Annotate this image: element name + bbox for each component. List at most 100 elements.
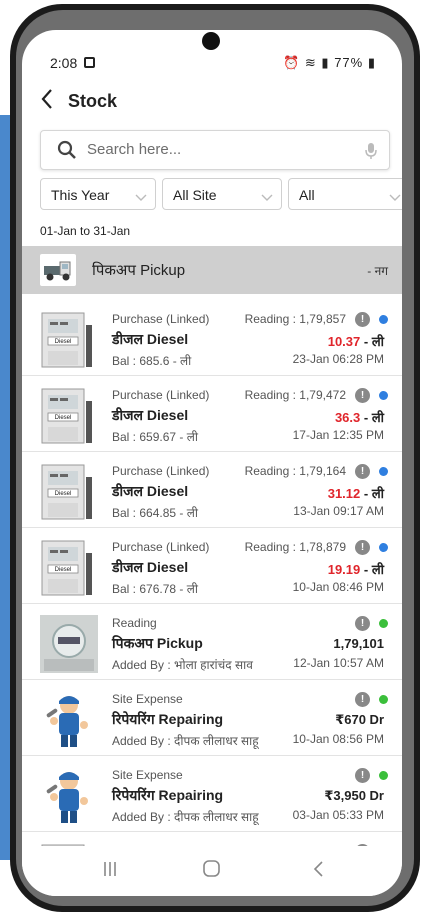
list-item[interactable]: Site Expense! रिपेयरिंग Repairing ₹3,950 D…	[22, 762, 402, 832]
entry-date: 03-Jan 05:33 PM	[292, 808, 384, 822]
item-subtext: Bal : 676.78 - ली	[112, 582, 198, 596]
mechanic-thumbnail	[40, 767, 98, 825]
item-name: डीजल Diesel	[112, 331, 189, 347]
vehicle-unit: - नग	[367, 264, 388, 278]
wifi-icon: ≋	[304, 55, 317, 70]
entry-type: Purchase (Linked)	[112, 388, 210, 402]
type-filter-dropdown[interactable]: All	[288, 178, 402, 210]
list-item[interactable]: Diesel Purchase (Linked) Reading : 1,78,87…	[22, 534, 402, 604]
amount: 36.3 - ली	[335, 408, 384, 426]
search-box[interactable]	[40, 130, 390, 170]
info-icon[interactable]: !	[355, 768, 370, 783]
diesel-thumbnail: Diesel	[40, 311, 98, 369]
chevron-down-icon	[261, 189, 273, 205]
amount: 10.37 - ली	[328, 332, 384, 350]
page-title: Stock	[68, 91, 118, 111]
search-input[interactable]	[87, 141, 347, 158]
camera-icon	[202, 32, 220, 50]
entry-date: 10-Jan 08:56 PM	[292, 732, 384, 746]
entry-date: 23-Jan 06:28 PM	[292, 352, 384, 366]
info-icon[interactable]: !	[355, 312, 370, 327]
entry-date: 10-Jan 08:46 PM	[292, 580, 384, 594]
info-icon[interactable]: !	[355, 616, 370, 631]
status-dot	[379, 695, 388, 704]
diesel-thumbnail: Diesel	[40, 387, 98, 445]
item-subtext: Added By : दीपक लीलाधर साहू	[112, 734, 259, 748]
item-name: रिपेयरिंग Repairing	[112, 711, 224, 727]
svg-text:Diesel: Diesel	[55, 415, 72, 421]
list-item[interactable]: Reading! पिकअप Pickup 1,79,101 Added By : भ…	[22, 610, 402, 680]
list-item[interactable]: Diesel Purchase (Linked) Reading : 1,79,16…	[22, 458, 402, 528]
reading-value: Reading : 1,79,472	[244, 388, 346, 402]
svg-text:Diesel: Diesel	[55, 491, 72, 497]
status-dot	[379, 619, 388, 628]
entry-date: 12-Jan 10:57 AM	[293, 656, 384, 670]
diesel-thumbnail: Diesel	[40, 539, 98, 597]
period-filter-dropdown[interactable]: This Year	[40, 178, 156, 210]
list-item[interactable]: Diesel Purchase (Linked) Reading : 1,79,85…	[22, 306, 402, 376]
vehicle-name: पिकअप Pickup	[92, 262, 186, 279]
svg-text:Diesel: Diesel	[55, 567, 72, 573]
status-bar: 2:08 ⏰ ≋ ▮ 77% ▮	[22, 52, 402, 74]
item-name: डीजल Diesel	[112, 483, 189, 499]
status-dot	[379, 315, 388, 324]
amount: ₹3,950 Dr	[324, 788, 384, 804]
entry-type: Purchase (Linked)	[112, 464, 210, 478]
info-icon[interactable]: !	[355, 464, 370, 479]
period-filter-value: This Year	[51, 187, 110, 203]
filter-bar: This Year All Site All	[40, 178, 402, 210]
amount: 19.19 - ली	[328, 560, 384, 578]
list-item[interactable]: Site Expense! रिपेयरिंग Repairing ₹670 Dr A…	[22, 686, 402, 756]
item-name: रिपेयरिंग Repairing	[112, 787, 224, 803]
recent-apps-button[interactable]	[102, 860, 118, 883]
vehicle-header[interactable]: पिकअप Pickup - नग	[22, 246, 402, 294]
amount-unit: - ली	[360, 334, 384, 349]
amount-value: 31.12	[327, 486, 361, 501]
status-dot	[379, 391, 388, 400]
list-item[interactable]: Diesel Purchase (Linked) Reading : 1,79,47…	[22, 382, 402, 452]
status-dot	[379, 467, 388, 476]
gallery-icon	[84, 57, 95, 68]
microphone-icon[interactable]	[365, 142, 377, 165]
info-icon[interactable]: !	[355, 540, 370, 555]
back-arrow-icon[interactable]	[40, 88, 54, 116]
type-filter-value: All	[299, 187, 315, 203]
item-subtext: Bal : 685.6 - ली	[112, 354, 192, 368]
amount: ₹670 Dr	[335, 712, 384, 728]
entry-type: Site Expense	[112, 768, 183, 782]
date-range: 01-Jan to 31-Jan	[40, 224, 131, 238]
item-subtext: Bal : 664.85 - ली	[112, 506, 198, 520]
home-button[interactable]	[202, 860, 222, 883]
entry-date: 13-Jan 09:17 AM	[293, 504, 384, 518]
item-subtext: Added By : दीपक लीलाधर साहू	[112, 810, 259, 824]
item-subtext: Bal : 659.67 - ली	[112, 430, 198, 444]
reading-value: Reading : 1,78,879	[244, 540, 346, 554]
amount-unit: - ली	[360, 486, 384, 501]
entry-type: Site Expense	[112, 692, 183, 706]
back-button[interactable]	[312, 860, 324, 883]
amount-value: 19.19	[327, 562, 361, 577]
app-header: Stock	[22, 88, 402, 118]
site-filter-value: All Site	[173, 187, 217, 203]
diesel-thumbnail: Diesel	[40, 463, 98, 521]
reading-value: Reading : 1,79,857	[244, 312, 346, 326]
battery-icon: ▮	[367, 55, 376, 70]
item-name: डीजल Diesel	[112, 407, 189, 423]
amount-value: 1,79,101	[333, 636, 384, 651]
amount-value: 36.3	[334, 410, 361, 425]
item-subtext: Added By : भोला हारांचंद साव	[112, 658, 253, 672]
info-icon[interactable]: !	[355, 388, 370, 403]
status-dot	[379, 771, 388, 780]
site-filter-dropdown[interactable]: All Site	[162, 178, 282, 210]
status-time: 2:08	[50, 55, 78, 71]
mechanic-thumbnail	[40, 691, 98, 749]
reading-value: Reading : 1,79,164	[244, 464, 346, 478]
alarm-icon: ⏰	[283, 55, 301, 70]
status-dot	[379, 543, 388, 552]
list-item[interactable]: DieselPurchase (Linked)Reading : 1,78,49…	[22, 838, 402, 846]
info-icon[interactable]: !	[355, 692, 370, 707]
amount-unit: - ली	[360, 410, 384, 425]
item-name: डीजल Diesel	[112, 559, 189, 575]
status-icons: ⏰ ≋ ▮ 77% ▮	[283, 55, 376, 71]
navigation-bar	[22, 846, 402, 896]
